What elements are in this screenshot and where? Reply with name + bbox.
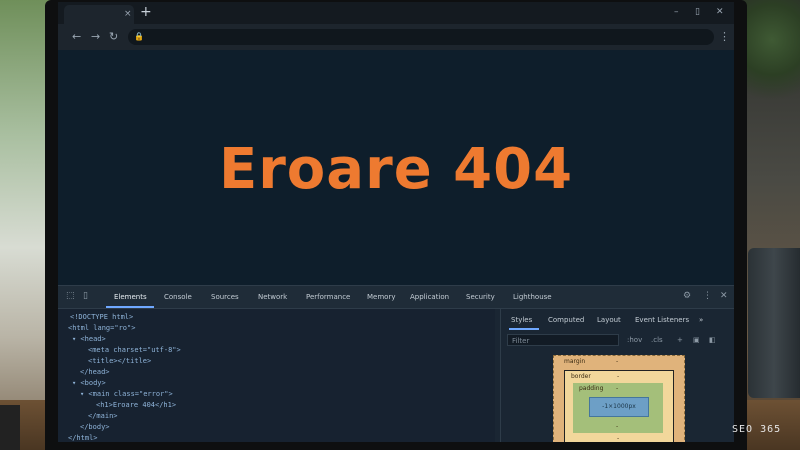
background-object bbox=[0, 405, 20, 450]
minimize-icon[interactable]: – bbox=[674, 6, 679, 18]
devtools-tab-network[interactable]: Network bbox=[258, 292, 287, 302]
active-tab-indicator bbox=[106, 306, 154, 308]
box-model-border: border - padding - -1×1000px - - bbox=[564, 370, 674, 442]
dom-line[interactable]: <!DOCTYPE html> bbox=[70, 313, 133, 322]
class-toggle[interactable]: .cls bbox=[651, 335, 663, 345]
browser-menu-icon[interactable]: ⋮ bbox=[719, 30, 730, 43]
border-top-value: - bbox=[617, 373, 620, 380]
hover-state-toggle[interactable]: :hov bbox=[627, 335, 642, 345]
browser-toolbar: ← → ↻ 🔒 ⋮ bbox=[58, 24, 734, 50]
sidebar-toggle-icon[interactable]: ◧ bbox=[709, 335, 716, 345]
dom-line[interactable]: ▾ <head> bbox=[72, 335, 106, 344]
event-listeners-tab[interactable]: Event Listeners bbox=[635, 315, 689, 325]
close-window-icon[interactable]: ✕ bbox=[716, 6, 724, 18]
page-viewport: Eroare 404 bbox=[58, 50, 734, 288]
styles-sidebar: Styles Computed Layout Event Listeners »… bbox=[500, 309, 734, 442]
devtools-tab-performance[interactable]: Performance bbox=[306, 292, 350, 302]
settings-icon[interactable]: ⚙ bbox=[683, 291, 691, 302]
box-model-content: -1×1000px bbox=[589, 397, 649, 417]
devtools-tab-application[interactable]: Application bbox=[410, 292, 449, 302]
back-icon[interactable]: ← bbox=[72, 30, 81, 43]
dom-line[interactable]: ▾ <body> bbox=[72, 379, 106, 388]
dom-line[interactable]: </head> bbox=[80, 368, 110, 377]
devtools-tab-memory[interactable]: Memory bbox=[367, 292, 395, 302]
laptop-screen: × + – ▯ ✕ ← → ↻ 🔒 ⋮ Eroare 404 ⬚ ▯ Eleme… bbox=[58, 2, 734, 442]
more-tabs-icon[interactable]: » bbox=[699, 315, 703, 325]
dom-line[interactable]: <title></title> bbox=[88, 357, 151, 366]
close-tab-icon[interactable]: × bbox=[124, 9, 132, 19]
devtools-tab-console[interactable]: Console bbox=[164, 292, 192, 302]
reload-icon[interactable]: ↻ bbox=[109, 30, 118, 43]
devtools-tab-security[interactable]: Security bbox=[466, 292, 495, 302]
new-rule-icon[interactable]: + bbox=[677, 335, 683, 345]
margin-top-value: - bbox=[616, 358, 619, 365]
inspect-element-icon[interactable]: ⬚ bbox=[66, 291, 75, 302]
border-bottom-value: - bbox=[617, 435, 620, 442]
devtools-tab-elements[interactable]: Elements bbox=[114, 292, 147, 302]
dom-line[interactable]: </html> bbox=[68, 434, 98, 442]
lock-icon: 🔒 bbox=[134, 32, 144, 41]
devtools-toolbar: ⬚ ▯ Elements Console Sources Network Per… bbox=[58, 286, 734, 309]
styles-filter-input[interactable]: Filter bbox=[507, 334, 619, 346]
padding-bottom-value: - bbox=[616, 423, 619, 430]
browser-tab-bar: × + – ▯ ✕ bbox=[58, 2, 734, 24]
rendering-icon[interactable]: ▣ bbox=[693, 335, 700, 345]
padding-top-value: - bbox=[616, 385, 619, 392]
devtools-panel: ⬚ ▯ Elements Console Sources Network Per… bbox=[58, 285, 734, 442]
padding-label: padding bbox=[579, 385, 604, 392]
background-mug bbox=[748, 248, 800, 398]
computed-tab[interactable]: Computed bbox=[548, 315, 584, 325]
watermark-text: SEO 365 bbox=[732, 424, 782, 435]
styles-tab-indicator bbox=[509, 328, 539, 330]
dom-line[interactable]: <meta charset="utf-8"> bbox=[88, 346, 181, 355]
background-plant bbox=[742, 0, 800, 170]
close-devtools-icon[interactable]: ✕ bbox=[720, 291, 728, 302]
box-model-padding: padding - -1×1000px - bbox=[573, 383, 663, 433]
box-model-margin: margin - border - padding - -1×1000px - … bbox=[553, 355, 685, 442]
layout-tab[interactable]: Layout bbox=[597, 315, 621, 325]
border-label: border bbox=[571, 373, 591, 380]
devtools-menu-icon[interactable]: ⋮ bbox=[703, 291, 712, 302]
device-toolbar-icon[interactable]: ▯ bbox=[83, 291, 88, 302]
dom-line[interactable]: </main> bbox=[88, 412, 118, 421]
devtools-tab-sources[interactable]: Sources bbox=[211, 292, 239, 302]
dom-line[interactable]: ▾ <main class="error"> bbox=[80, 390, 173, 399]
devtools-tab-lighthouse[interactable]: Lighthouse bbox=[513, 292, 552, 302]
forward-icon[interactable]: → bbox=[91, 30, 100, 43]
elements-dom-tree: <!DOCTYPE html> <html lang="ro"> ▾ <head… bbox=[58, 309, 495, 442]
new-tab-icon[interactable]: + bbox=[140, 4, 152, 20]
address-bar[interactable]: 🔒 bbox=[128, 29, 714, 45]
error-heading: Eroare 404 bbox=[218, 137, 574, 202]
margin-label: margin bbox=[564, 358, 586, 365]
dom-line[interactable]: <html lang="ro"> bbox=[68, 324, 135, 333]
dom-line[interactable]: <h1>Eroare 404</h1> bbox=[96, 401, 176, 410]
maximize-icon[interactable]: ▯ bbox=[695, 6, 700, 18]
browser-tab[interactable]: × bbox=[64, 5, 134, 24]
styles-tab[interactable]: Styles bbox=[511, 315, 532, 325]
dom-line[interactable]: </body> bbox=[80, 423, 110, 432]
